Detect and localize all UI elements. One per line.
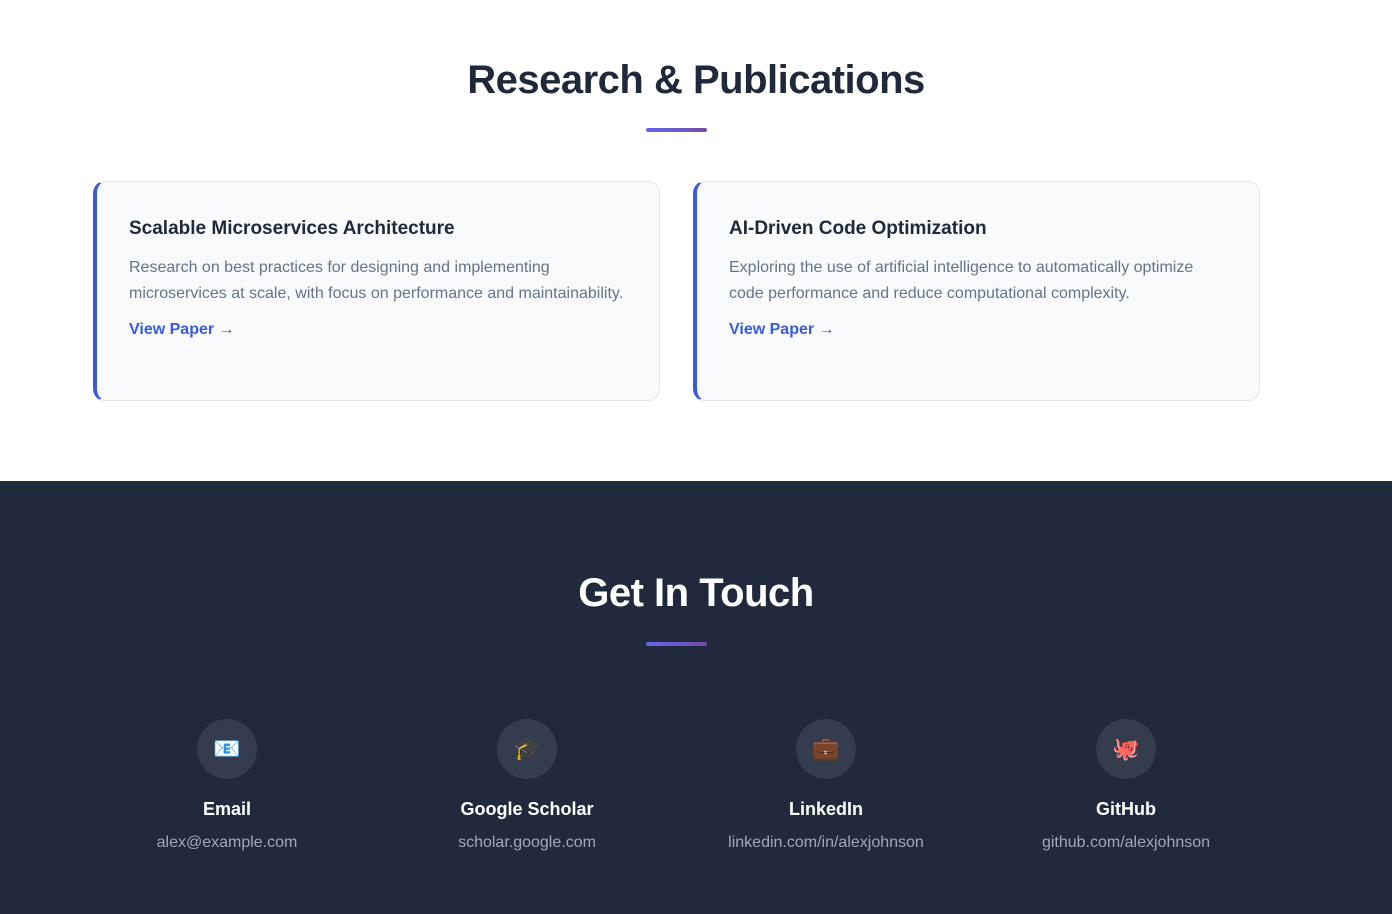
contact-item-linkedin[interactable]: 💼 LinkedIn linkedin.com/in/alexjohnson [676, 719, 976, 852]
paper-description: Research on best practices for designing… [129, 259, 624, 302]
contact-item-google-scholar[interactable]: 🎓 Google Scholar scholar.google.com [377, 719, 677, 852]
email-icon: 📧 [197, 719, 257, 779]
contact-label: Email [202, 799, 252, 819]
contact-title: Get In Touch [578, 571, 814, 615]
contact-item-github[interactable]: 🐙 GitHub github.com/alexjohnson [976, 719, 1276, 852]
view-paper-link[interactable]: View Paper → [729, 321, 835, 339]
contact-item-email[interactable]: 📧 Email alex@example.com [77, 719, 377, 852]
contact-label: GitHub [1096, 799, 1156, 819]
research-title-divider [646, 128, 707, 132]
contact-value[interactable]: alex@example.com [77, 834, 377, 852]
research-section: Research & Publications Scalable Microse… [0, 0, 1392, 481]
octopus-icon: 🐙 [1096, 719, 1156, 779]
contact-section: Get In Touch 📧 Email alex@example.com 🎓 … [0, 481, 1392, 914]
briefcase-icon: 💼 [796, 719, 856, 779]
contact-value[interactable]: linkedin.com/in/alexjohnson [676, 834, 976, 852]
contact-label: Google Scholar [460, 799, 594, 819]
paper-title: Scalable Microservices Architecture [129, 218, 455, 239]
view-paper-link[interactable]: View Paper → [129, 321, 235, 339]
graduation-cap-icon: 🎓 [497, 719, 557, 779]
contact-title-divider [646, 642, 707, 646]
paper-card: AI-Driven Code Optimization Exploring th… [693, 181, 1260, 401]
contact-value[interactable]: scholar.google.com [377, 834, 677, 852]
contact-value[interactable]: github.com/alexjohnson [976, 834, 1276, 852]
research-title: Research & Publications [467, 58, 925, 102]
paper-card: Scalable Microservices Architecture Rese… [93, 181, 660, 401]
paper-description: Exploring the use of artificial intellig… [729, 259, 1194, 302]
paper-title: AI-Driven Code Optimization [729, 218, 987, 239]
contact-label: LinkedIn [788, 799, 863, 819]
